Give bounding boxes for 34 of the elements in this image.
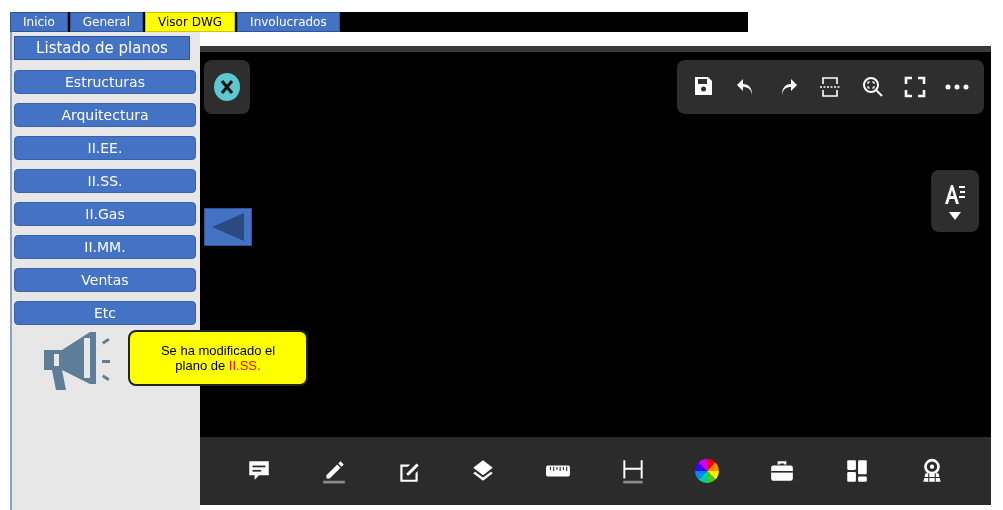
text-style-icon [943, 182, 967, 206]
tab[interactable]: Involucrados [237, 12, 340, 32]
plan-button[interactable]: Estructuras [14, 70, 196, 94]
fullscreen-button[interactable] [902, 75, 927, 99]
tab[interactable]: Visor DWG [145, 12, 236, 32]
plan-button[interactable]: Ventas [14, 268, 196, 292]
triangle-left-icon [210, 212, 246, 242]
sidebar-title: Listado de planos [14, 36, 190, 60]
more-icon [944, 84, 969, 90]
caret-icon [949, 212, 961, 220]
more-button[interactable] [944, 84, 969, 90]
tab[interactable]: General [69, 12, 144, 32]
fullscreen-icon [902, 75, 927, 99]
plan-button[interactable]: II.SS. [14, 169, 196, 193]
zoom-button[interactable] [860, 75, 885, 99]
split-view-button[interactable] [818, 75, 843, 99]
split-view-icon [818, 75, 843, 99]
plan-button[interactable]: II.MM. [14, 235, 196, 259]
zoom-icon [860, 75, 885, 99]
text-style-button[interactable] [931, 170, 979, 232]
briefcase-button[interactable] [769, 458, 796, 484]
tab[interactable]: Inicio [10, 12, 68, 32]
color-wheel-icon [694, 458, 721, 484]
notification-message: Se ha modificado el plano de II.SS. [128, 330, 308, 386]
color-wheel-button[interactable] [694, 458, 721, 484]
briefcase-icon [769, 458, 796, 484]
close-icon [213, 72, 241, 102]
close-button[interactable] [204, 60, 250, 114]
plan-button[interactable]: Arquitectura [14, 103, 196, 127]
pencil-icon [321, 458, 348, 484]
plan-button[interactable]: Etc [14, 301, 196, 325]
pencil-button[interactable] [321, 458, 348, 484]
plan-button[interactable]: II.EE. [14, 136, 196, 160]
plan-button[interactable]: II.Gas [14, 202, 196, 226]
